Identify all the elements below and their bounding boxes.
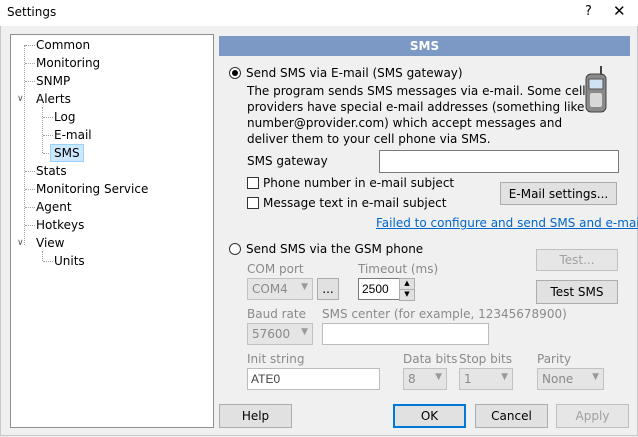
- collapse-view-icon[interactable]: ∨: [17, 238, 24, 248]
- chevron-down-icon: ▼: [301, 282, 308, 292]
- chevron-down-icon: ▼: [301, 327, 308, 337]
- email-gateway-radio[interactable]: [229, 67, 241, 79]
- test-sms-button[interactable]: Test SMS: [536, 280, 618, 304]
- stop-bits-value: 1: [464, 372, 472, 386]
- title-bar: [0, 0, 638, 26]
- init-string-label: Init string: [247, 352, 305, 366]
- window-title: Settings: [7, 5, 57, 19]
- help-icon[interactable]: ?: [585, 4, 592, 19]
- tree-item-view[interactable]: View: [33, 235, 67, 251]
- test-button[interactable]: Test...: [536, 249, 618, 271]
- message-in-subject-label[interactable]: Message text in e-mail subject: [263, 196, 446, 210]
- parity-value: None: [542, 372, 574, 386]
- data-bits-label: Data bits: [403, 352, 458, 366]
- timeout-spinner[interactable]: ▲ ▼: [399, 278, 415, 301]
- parity-label: Parity: [537, 352, 572, 366]
- gsm-phone-label[interactable]: Send SMS via the GSM phone: [246, 242, 423, 256]
- stop-bits-select[interactable]: 1 ▼: [459, 368, 513, 390]
- browse-com-port-button[interactable]: ...: [317, 278, 339, 300]
- phone-in-subject-label[interactable]: Phone number in e-mail subject: [263, 176, 454, 190]
- email-gateway-description: The program sends SMS messages via e-mai…: [247, 84, 586, 146]
- chevron-down-icon: ▼: [501, 372, 508, 382]
- baud-rate-value: 57600: [252, 327, 291, 341]
- com-port-select[interactable]: COM4 ▼: [247, 278, 313, 300]
- sms-center-input[interactable]: [322, 323, 489, 345]
- data-bits-select[interactable]: 8 ▼: [403, 368, 447, 390]
- failed-configure-link[interactable]: Failed to configure and send SMS and e-m…: [376, 216, 638, 230]
- tree-item-stats[interactable]: Stats: [33, 163, 70, 179]
- email-gateway-label[interactable]: Send SMS via E-mail (SMS gateway): [246, 66, 463, 80]
- cancel-button[interactable]: Cancel: [475, 404, 548, 428]
- parity-select[interactable]: None ▼: [537, 368, 604, 390]
- apply-button[interactable]: Apply: [556, 404, 629, 428]
- tree-item-sms[interactable]: SMS: [50, 144, 84, 162]
- collapse-alerts-icon[interactable]: ∨: [17, 94, 24, 104]
- tree-item-common[interactable]: Common: [33, 37, 93, 53]
- panel-header: SMS: [219, 36, 630, 56]
- com-port-label: COM port: [247, 262, 304, 276]
- close-icon[interactable]: ✕: [613, 2, 626, 20]
- timeout-label: Timeout (ms): [358, 262, 439, 276]
- tree-item-email[interactable]: E-mail: [51, 127, 95, 143]
- tree-item-monitoring[interactable]: Monitoring: [33, 55, 103, 71]
- tree-item-monitoring-service[interactable]: Monitoring Service: [33, 181, 151, 197]
- tree-line: [24, 45, 25, 245]
- tree-line: [42, 107, 43, 153]
- help-button[interactable]: Help: [219, 404, 292, 428]
- tree-item-log[interactable]: Log: [51, 109, 78, 125]
- data-bits-value: 8: [408, 372, 416, 386]
- init-string-input[interactable]: [247, 368, 380, 390]
- tree-item-units[interactable]: Units: [51, 253, 88, 269]
- chevron-down-icon: ▼: [592, 372, 599, 382]
- timeout-input[interactable]: [358, 278, 400, 300]
- sms-gateway-label: SMS gateway: [247, 154, 328, 168]
- com-port-value: COM4: [252, 282, 288, 296]
- ok-button[interactable]: OK: [393, 404, 466, 428]
- tree-item-hotkeys[interactable]: Hotkeys: [33, 217, 87, 233]
- tree-item-agent[interactable]: Agent: [33, 199, 75, 215]
- spin-down-icon[interactable]: ▼: [399, 289, 415, 301]
- tree-item-snmp[interactable]: SNMP: [33, 73, 73, 89]
- baud-rate-label: Baud rate: [247, 307, 306, 321]
- message-in-subject-checkbox[interactable]: [247, 197, 259, 209]
- stop-bits-label: Stop bits: [459, 352, 513, 366]
- email-settings-button[interactable]: E-Mail settings...: [500, 182, 617, 205]
- baud-rate-select[interactable]: 57600 ▼: [247, 323, 313, 345]
- gsm-phone-radio[interactable]: [229, 243, 241, 255]
- chevron-down-icon: ▼: [435, 372, 442, 382]
- settings-tree[interactable]: ∨ ∨ Common Monitoring SNMP Alerts Log E-…: [10, 34, 214, 428]
- tree-line: [42, 251, 43, 261]
- sms-gateway-input[interactable]: [379, 150, 619, 173]
- cell-phone-icon: [585, 66, 607, 113]
- tree-item-alerts[interactable]: Alerts: [33, 91, 74, 107]
- sms-center-label: SMS center (for example, 12345678900): [322, 307, 567, 321]
- phone-in-subject-checkbox[interactable]: [247, 177, 259, 189]
